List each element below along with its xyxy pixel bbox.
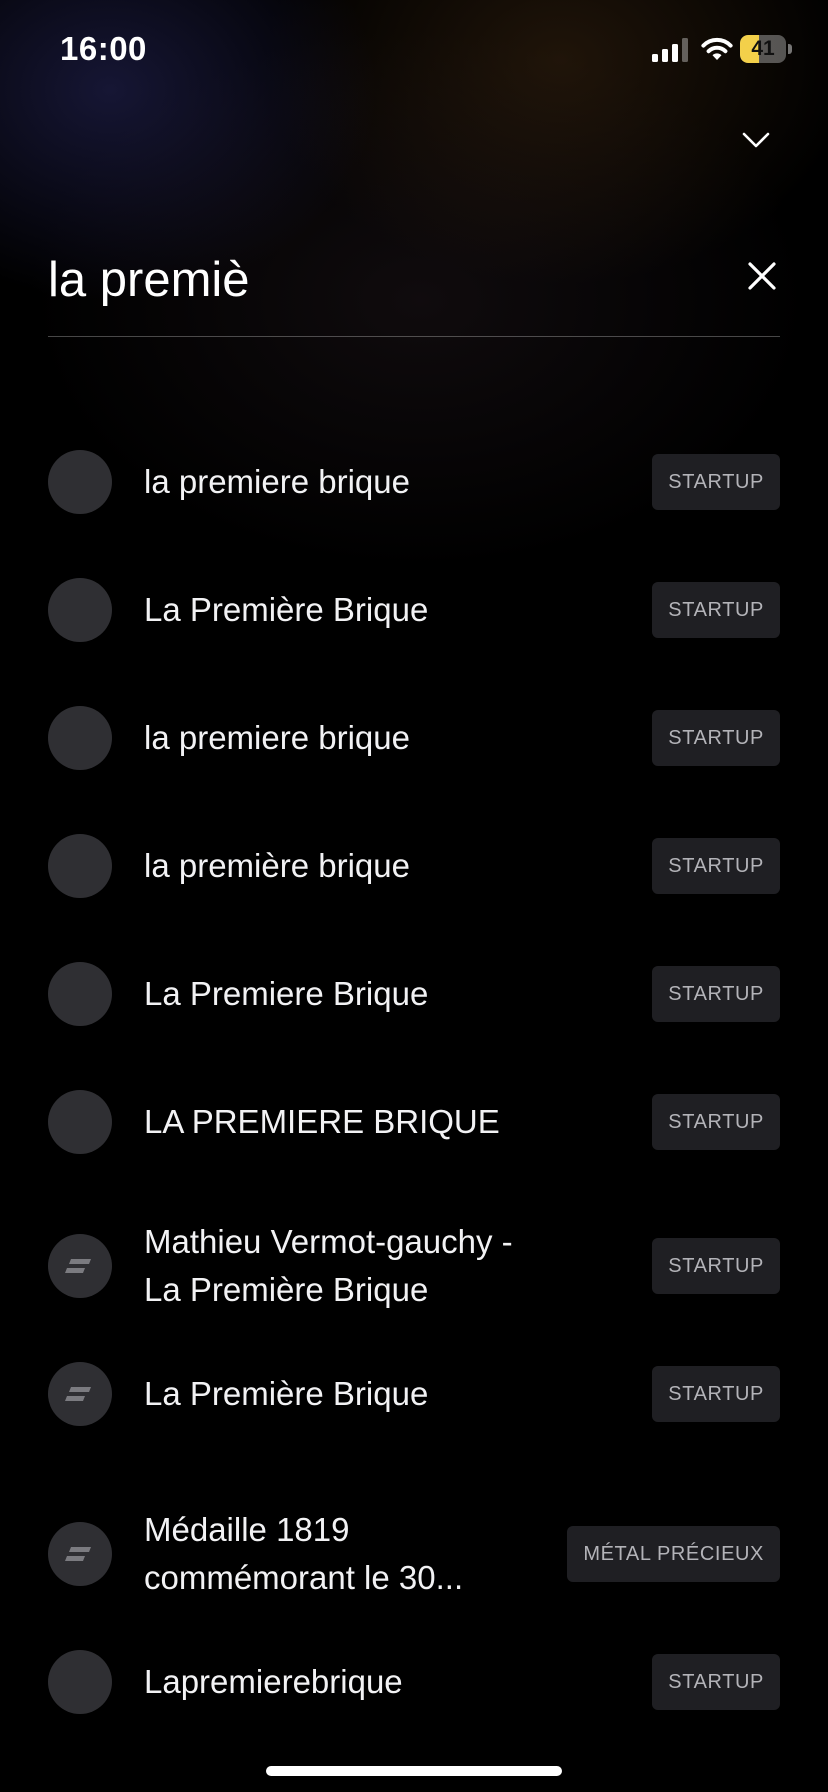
status-time: 16:00 bbox=[60, 30, 147, 67]
result-avatar-logo bbox=[48, 1522, 112, 1586]
result-avatar-logo bbox=[48, 1234, 112, 1298]
result-avatar bbox=[48, 962, 112, 1026]
result-avatar bbox=[48, 706, 112, 770]
battery-icon: 41 bbox=[740, 35, 792, 63]
category-badge: STARTUP bbox=[652, 582, 780, 638]
result-item[interactable]: la premiere brique STARTUP bbox=[48, 450, 780, 514]
result-name: La Premiere Brique bbox=[144, 970, 428, 1018]
home-indicator bbox=[266, 1766, 562, 1776]
category-badge: STARTUP bbox=[652, 966, 780, 1022]
wifi-icon bbox=[701, 37, 733, 60]
result-name-line: Médaille 1819 bbox=[144, 1511, 350, 1548]
result-avatar bbox=[48, 1650, 112, 1714]
search-bar bbox=[48, 240, 780, 337]
result-name-line: La Premiere Brique bbox=[144, 975, 429, 1012]
result-name: Médaille 1819 commémorant le 30... bbox=[144, 1506, 463, 1602]
category-badge: STARTUP bbox=[652, 1366, 780, 1422]
close-icon bbox=[748, 262, 776, 290]
result-avatar bbox=[48, 1090, 112, 1154]
result-name: la première brique bbox=[144, 842, 410, 890]
status-bar: 16:00 41 bbox=[0, 0, 828, 100]
result-item[interactable]: LA PREMIERE BRIQUE STARTUP bbox=[48, 1090, 780, 1154]
category-badge: STARTUP bbox=[652, 838, 780, 894]
brand-logo-icon bbox=[65, 1259, 91, 1273]
result-item[interactable]: la premiere brique STARTUP bbox=[48, 706, 780, 770]
battery-cap bbox=[788, 44, 792, 54]
search-input[interactable] bbox=[48, 240, 688, 320]
result-name: la premiere brique bbox=[144, 458, 410, 506]
battery-level: 41 bbox=[751, 37, 775, 60]
result-name: La Première Brique bbox=[144, 1370, 428, 1418]
result-item[interactable]: La Premiere Brique STARTUP bbox=[48, 962, 780, 1026]
result-name-line: La Première Brique bbox=[144, 591, 429, 628]
category-badge: MÉTAL PRÉCIEUX bbox=[567, 1526, 780, 1582]
cellular-signal-icon bbox=[652, 38, 688, 62]
clear-search-button[interactable] bbox=[744, 258, 780, 294]
result-name: la premiere brique bbox=[144, 714, 410, 762]
result-avatar bbox=[48, 834, 112, 898]
result-item[interactable]: la première brique STARTUP bbox=[48, 834, 780, 898]
result-item[interactable]: Mathieu Vermot-gauchy - La Première Briqu… bbox=[48, 1218, 780, 1314]
result-item[interactable]: La Première Brique STARTUP bbox=[48, 1362, 780, 1426]
result-avatar bbox=[48, 578, 112, 642]
result-name-line: la premiere brique bbox=[144, 719, 410, 756]
result-name: Mathieu Vermot-gauchy - La Première Briqu… bbox=[144, 1218, 513, 1314]
brand-logo-icon bbox=[65, 1387, 91, 1401]
result-item[interactable]: La Première Brique STARTUP bbox=[48, 578, 780, 642]
category-badge: STARTUP bbox=[652, 454, 780, 510]
chevron-down-icon bbox=[742, 132, 770, 148]
result-item[interactable]: Lapremierebrique STARTUP bbox=[48, 1650, 780, 1714]
result-name-line: Mathieu Vermot-gauchy - bbox=[144, 1223, 513, 1260]
result-avatar-logo bbox=[48, 1362, 112, 1426]
category-badge: STARTUP bbox=[652, 1654, 780, 1710]
category-badge: STARTUP bbox=[652, 1094, 780, 1150]
collapse-button[interactable] bbox=[736, 120, 776, 160]
result-avatar bbox=[48, 450, 112, 514]
battery-body: 41 bbox=[740, 35, 786, 63]
category-badge: STARTUP bbox=[652, 1238, 780, 1294]
result-name-line: commémorant le 30... bbox=[144, 1559, 464, 1596]
result-name: La Première Brique bbox=[144, 586, 428, 634]
result-item[interactable]: Médaille 1819 commémorant le 30... MÉTAL P… bbox=[48, 1506, 780, 1602]
result-name: LA PREMIERE BRIQUE bbox=[144, 1098, 500, 1146]
result-name: Lapremierebrique bbox=[144, 1658, 403, 1706]
category-badge: STARTUP bbox=[652, 710, 780, 766]
background-gradient bbox=[0, 0, 828, 760]
result-name-line: la premiere brique bbox=[144, 463, 410, 500]
result-name-line: LA PREMIERE BRIQUE bbox=[144, 1103, 500, 1140]
result-name-line: la première brique bbox=[144, 847, 410, 884]
result-name-line: La Première Brique bbox=[144, 1271, 429, 1308]
result-name-line: La Première Brique bbox=[144, 1375, 429, 1412]
brand-logo-icon bbox=[65, 1547, 91, 1561]
result-name-line: Lapremierebrique bbox=[144, 1663, 403, 1700]
